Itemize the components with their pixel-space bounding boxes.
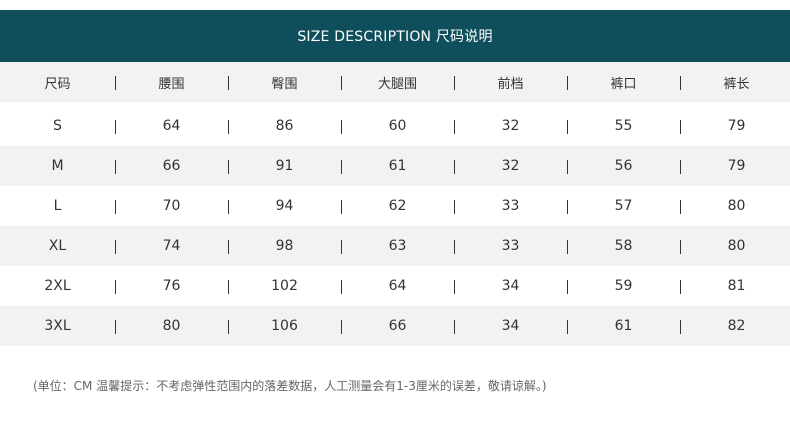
header-cell: 尺码 bbox=[44, 76, 71, 92]
table-row: M 66 91 61 32 56 79 bbox=[0, 146, 790, 186]
table-cell: 59 bbox=[614, 278, 633, 294]
table-cell: 66 bbox=[162, 158, 181, 174]
table-cell: 60 bbox=[388, 118, 407, 134]
table-cell: 74 bbox=[162, 238, 181, 254]
size-cell: XL bbox=[48, 238, 67, 254]
table-header-row: 尺码 腰围 臀围 大腿围 前档 裤口 裤长 bbox=[0, 62, 790, 102]
size-cell: 3XL bbox=[44, 318, 71, 334]
table-cell: 91 bbox=[275, 158, 294, 174]
table-cell: 61 bbox=[388, 158, 407, 174]
table-cell: 56 bbox=[614, 158, 633, 174]
table-cell: 32 bbox=[501, 118, 520, 134]
table-cell: 57 bbox=[614, 198, 633, 214]
table-cell: 58 bbox=[614, 238, 633, 254]
table-cell: 102 bbox=[271, 278, 298, 294]
table-cell: 98 bbox=[275, 238, 294, 254]
table-cell: 80 bbox=[727, 238, 746, 254]
table-cell: 55 bbox=[614, 118, 633, 134]
table-cell: 64 bbox=[388, 278, 407, 294]
table-row: L 70 94 62 33 57 80 bbox=[0, 186, 790, 226]
table-cell: 79 bbox=[727, 118, 746, 134]
size-cell: M bbox=[51, 158, 64, 174]
table-cell: 62 bbox=[388, 198, 407, 214]
size-table: 尺码 腰围 臀围 大腿围 前档 裤口 裤长 S 64 86 60 32 55 7… bbox=[0, 62, 790, 346]
header-cell: 大腿围 bbox=[377, 76, 417, 92]
table-cell: 33 bbox=[501, 238, 520, 254]
table-row: 2XL 76 102 64 34 59 81 bbox=[0, 266, 790, 306]
table-cell: 79 bbox=[727, 158, 746, 174]
table-row: 3XL 80 106 66 34 61 82 bbox=[0, 306, 790, 346]
size-cell: S bbox=[53, 118, 62, 134]
table-cell: 86 bbox=[275, 118, 294, 134]
table-cell: 66 bbox=[388, 318, 407, 334]
header-cell: 裤口 bbox=[610, 76, 637, 92]
table-cell: 61 bbox=[614, 318, 633, 334]
table-cell: 81 bbox=[727, 278, 746, 294]
header-cell: 前档 bbox=[497, 76, 524, 92]
table-row: S 64 86 60 32 55 79 bbox=[0, 106, 790, 146]
table-cell: 64 bbox=[162, 118, 181, 134]
header-cell: 裤长 bbox=[723, 76, 750, 92]
table-cell: 70 bbox=[162, 198, 181, 214]
table-cell: 80 bbox=[162, 318, 181, 334]
table-cell: 94 bbox=[275, 198, 294, 214]
header-cell: 腰围 bbox=[158, 76, 185, 92]
table-cell: 33 bbox=[501, 198, 520, 214]
page-title: SIZE DESCRIPTION 尺码说明 bbox=[297, 29, 493, 45]
table-cell: 34 bbox=[501, 318, 520, 334]
title-bar: SIZE DESCRIPTION 尺码说明 bbox=[0, 10, 790, 62]
table-cell: 63 bbox=[388, 238, 407, 254]
table-cell: 32 bbox=[501, 158, 520, 174]
table-cell: 106 bbox=[271, 318, 298, 334]
table-cell: 80 bbox=[727, 198, 746, 214]
size-cell: 2XL bbox=[44, 278, 71, 294]
header-cell: 臀围 bbox=[271, 76, 298, 92]
size-chart-page: SIZE DESCRIPTION 尺码说明 尺码 腰围 臀围 大腿围 前档 裤口… bbox=[0, 0, 790, 435]
table-row: XL 74 98 63 33 58 80 bbox=[0, 226, 790, 266]
table-cell: 82 bbox=[727, 318, 746, 334]
table-cell: 34 bbox=[501, 278, 520, 294]
table-cell: 76 bbox=[162, 278, 181, 294]
size-cell: L bbox=[53, 198, 62, 214]
measurement-note: (单位：CM 温馨提示：不考虑弹性范围内的落差数据，人工测量会有1-3厘米的误差… bbox=[33, 379, 547, 393]
